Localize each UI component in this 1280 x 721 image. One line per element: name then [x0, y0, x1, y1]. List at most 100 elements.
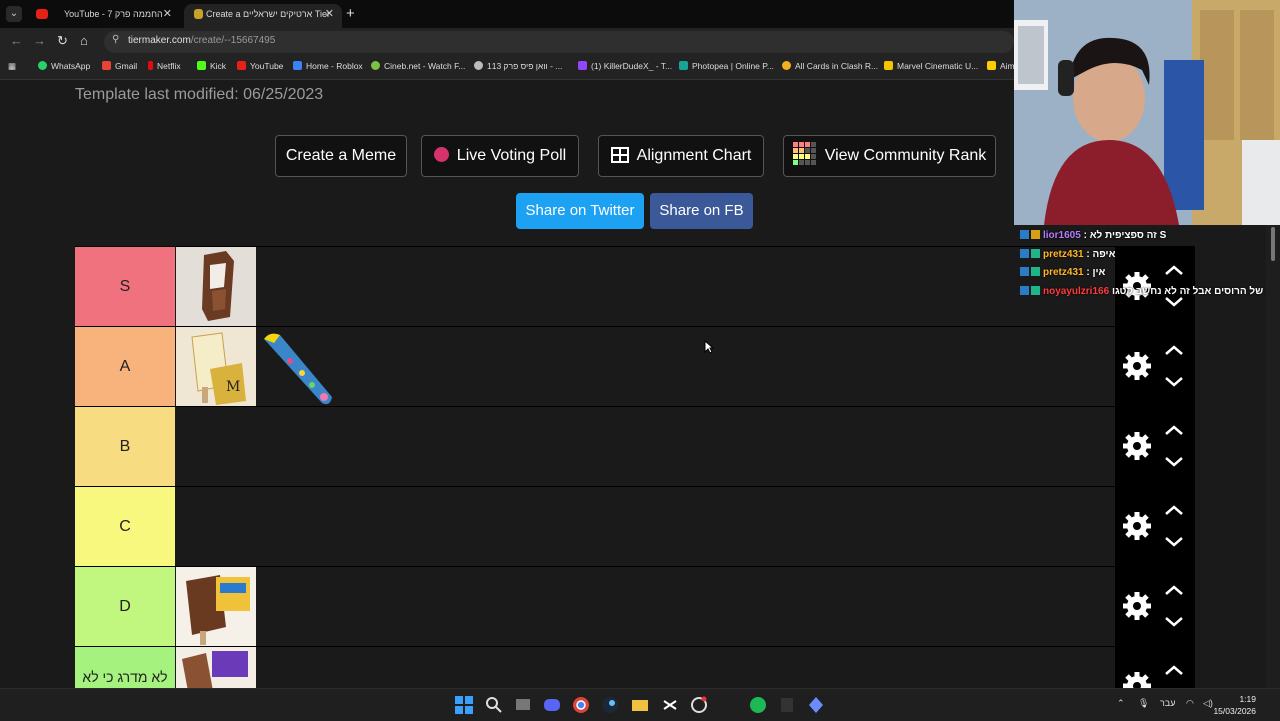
volume-icon[interactable]: ◁): [1203, 698, 1213, 709]
ice-cream-image: [264, 333, 332, 405]
tier-item-popsicle[interactable]: [260, 327, 340, 407]
tier-item-choc-dipped[interactable]: [176, 567, 256, 647]
close-icon[interactable]: ✕: [325, 4, 334, 24]
scrollbar-thumb[interactable]: [1271, 227, 1275, 261]
windows-start-icon[interactable]: [454, 695, 474, 715]
apps-icon[interactable]: ▦: [8, 61, 16, 72]
netflix-icon: [148, 61, 153, 70]
tab-youtube[interactable]: YouTube - החממה פרק 7 ✕: [28, 4, 180, 28]
tier-label[interactable]: B: [75, 407, 175, 487]
capcut-icon[interactable]: [660, 695, 680, 715]
chevron-down-icon[interactable]: [1163, 536, 1185, 548]
ice-cream-image: M: [176, 327, 256, 407]
chat-message: pretz431 : אין: [1020, 267, 1105, 278]
clash-icon: [782, 61, 791, 70]
page-scrollbar[interactable]: [1266, 225, 1280, 688]
site-info-icon[interactable]: ⚲: [112, 34, 119, 45]
new-tab-button[interactable]: +: [346, 5, 355, 22]
alignment-chart-button[interactable]: Alignment Chart: [598, 135, 764, 177]
bookmark-clash[interactable]: All Cards in Clash R...: [782, 61, 878, 71]
chevron-down-icon[interactable]: [1163, 616, 1185, 628]
url-text: tiermaker.com/create/--15667495: [128, 35, 276, 46]
tier-row-d[interactable]: D: [75, 566, 1115, 648]
chevron-up-icon[interactable]: [1163, 424, 1185, 436]
github-icon[interactable]: [689, 695, 709, 715]
chrome-icon[interactable]: [571, 695, 591, 715]
tier-label[interactable]: S: [75, 247, 175, 327]
spotify-icon[interactable]: [748, 695, 768, 715]
gear-icon[interactable]: [1121, 590, 1153, 622]
tier-label[interactable]: A: [75, 327, 175, 407]
youtube-icon: [237, 61, 246, 70]
search-icon[interactable]: [484, 695, 504, 715]
tab-search-button[interactable]: ⌄: [6, 6, 22, 22]
bookmark-onepiece[interactable]: וואן פיס פרק 113 - ...: [474, 61, 562, 71]
gear-icon[interactable]: [1121, 430, 1153, 462]
system-clock[interactable]: 1:19 15/03/2026: [1213, 693, 1256, 717]
tray-chevron-icon[interactable]: ⌃: [1117, 698, 1125, 709]
chevron-up-icon[interactable]: [1163, 664, 1185, 676]
bookmark-twitch[interactable]: (1) KillerDudeX_ - T...: [578, 61, 672, 71]
back-icon[interactable]: ←: [10, 33, 23, 48]
live-voting-poll-button[interactable]: Live Voting Poll: [421, 135, 579, 177]
microphone-icon[interactable]: 🎙: [1138, 698, 1149, 709]
create-meme-button[interactable]: Create a Meme: [275, 135, 407, 177]
epic-games-icon[interactable]: [777, 695, 797, 715]
webcam-image: [1014, 0, 1280, 225]
home-icon[interactable]: ⌂: [80, 33, 88, 48]
gear-icon[interactable]: [1121, 350, 1153, 382]
tier-item-magnum[interactable]: M: [176, 327, 256, 407]
gear-icon[interactable]: [1121, 510, 1153, 542]
forward-icon[interactable]: →: [33, 33, 46, 48]
wifi-icon[interactable]: ◠: [1186, 698, 1194, 709]
tier-row-b[interactable]: B: [75, 406, 1115, 488]
template-modified-text: Template last modified: 06/25/2023: [75, 86, 324, 103]
tier-label[interactable]: D: [75, 567, 175, 647]
language-indicator[interactable]: עבר: [1160, 698, 1175, 708]
tier-row-c[interactable]: C: [75, 486, 1115, 568]
tier-controls: [1115, 246, 1195, 688]
tier-label[interactable]: לא מדרג כי לא: [75, 647, 175, 688]
bookmark-netflix[interactable]: Netflix: [148, 61, 181, 71]
chevron-down-icon[interactable]: [1163, 376, 1185, 388]
tier-label[interactable]: C: [75, 487, 175, 567]
chevron-up-icon[interactable]: [1163, 504, 1185, 516]
view-community-rank-button[interactable]: View Community Rank: [783, 135, 996, 177]
tab-tiermaker[interactable]: Create a ארטיקים ישראליים Tier ✕: [184, 4, 342, 28]
share-fb-button[interactable]: Share on FB: [650, 193, 753, 229]
kick-icon: [197, 61, 206, 70]
bookmark-marvel[interactable]: Marvel Cinematic U...: [884, 61, 978, 71]
steam-icon[interactable]: [600, 695, 620, 715]
bookmark-cineb[interactable]: Cineb.net - Watch F...: [371, 61, 465, 71]
task-view-icon[interactable]: [513, 695, 533, 715]
ice-cream-image: [176, 567, 256, 647]
tier-mosaic-icon: [792, 142, 816, 165]
discord-icon[interactable]: [542, 695, 562, 715]
tier-item-choc-cone[interactable]: [176, 647, 256, 688]
tier-item-chocolate-bar[interactable]: [176, 247, 256, 327]
bookmark-kick[interactable]: Kick: [197, 61, 226, 71]
bookmark-roblox[interactable]: Home - Roblox: [293, 61, 363, 71]
bookmark-photopea[interactable]: Photopea | Online P...: [679, 61, 774, 71]
chevron-down-icon[interactable]: [1163, 456, 1185, 468]
reload-icon[interactable]: ↻: [57, 33, 68, 49]
tab-title: YouTube - החממה פרק 7: [64, 9, 163, 19]
tier-row-a[interactable]: A M: [75, 326, 1115, 408]
bookmark-youtube[interactable]: YouTube: [237, 61, 283, 71]
tier-row-unranked[interactable]: לא מדרג כי לא: [75, 646, 1115, 688]
tier-row-s[interactable]: S: [75, 246, 1115, 328]
row-controls-a: [1115, 326, 1195, 406]
bookmark-aim[interactable]: Aim: [987, 61, 1015, 71]
close-icon[interactable]: ✕: [163, 4, 172, 24]
address-bar[interactable]: ⚲ tiermaker.com/create/--15667495: [104, 31, 1014, 53]
chevron-up-icon[interactable]: [1163, 584, 1185, 596]
bookmark-whatsapp[interactable]: WhatsApp: [38, 61, 90, 71]
whatsapp-icon: [38, 61, 47, 70]
bookmark-gmail[interactable]: Gmail: [102, 61, 137, 71]
file-explorer-icon[interactable]: [630, 695, 650, 715]
share-twitter-button[interactable]: Share on Twitter: [516, 193, 644, 229]
chevron-up-icon[interactable]: [1163, 344, 1185, 356]
taskbar: ⌃ 🎙 עבר ◠ ◁) 1:19 15/03/2026: [0, 688, 1280, 721]
app-icon[interactable]: [806, 695, 826, 715]
gear-icon[interactable]: [1121, 670, 1153, 688]
